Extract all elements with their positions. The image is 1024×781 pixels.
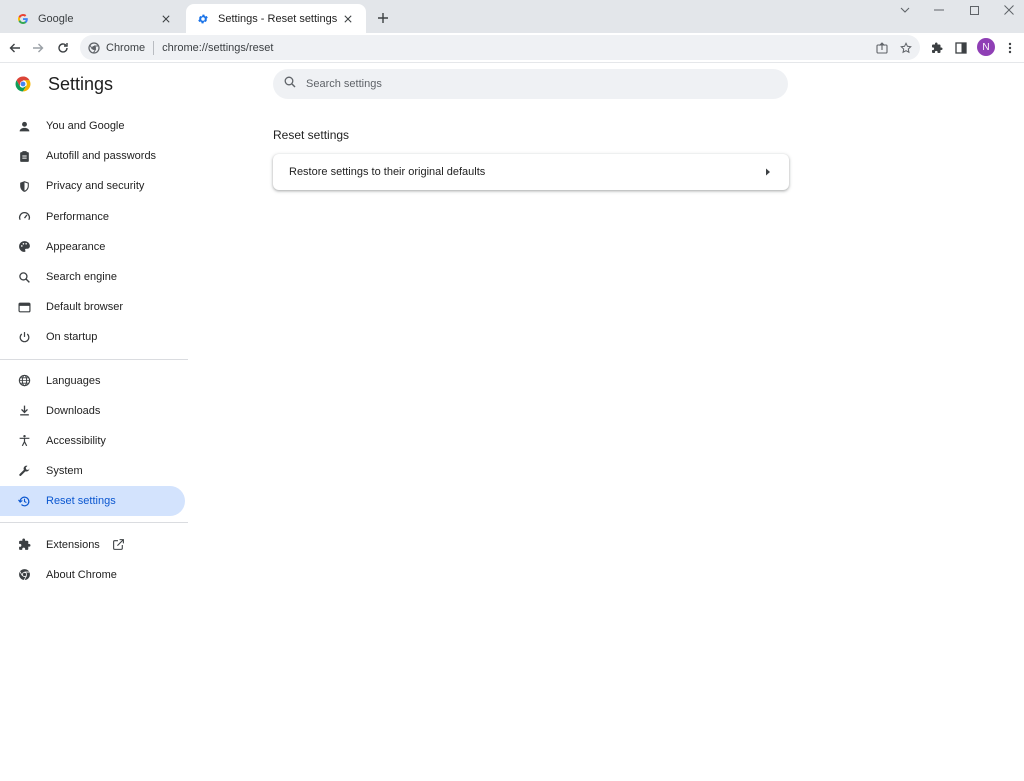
arrow-right-icon bbox=[763, 167, 773, 177]
history-icon bbox=[16, 493, 32, 509]
search-icon bbox=[284, 75, 296, 93]
sidebar-item-label: Performance bbox=[46, 210, 109, 223]
sidebar-item-label: Reset settings bbox=[46, 495, 116, 508]
sidebar-item-system[interactable]: System bbox=[0, 456, 188, 486]
sidebar-divider bbox=[0, 358, 188, 360]
sidebar-item-downloads[interactable]: Downloads bbox=[0, 396, 188, 426]
side-panel-icon[interactable] bbox=[951, 38, 971, 58]
puzzle-icon bbox=[16, 537, 32, 553]
settings-sidebar: You and Google Autofill and passwords Pr… bbox=[0, 111, 188, 590]
tab-strip: Google Settings - Reset settings bbox=[0, 0, 1024, 33]
page-title: Settings bbox=[48, 74, 114, 94]
browser-window-icon bbox=[16, 299, 32, 315]
sidebar-item-label: Accessibility bbox=[46, 434, 106, 447]
palette-icon bbox=[16, 239, 32, 255]
wrench-icon bbox=[16, 463, 32, 479]
person-icon bbox=[16, 118, 32, 134]
download-icon bbox=[16, 403, 32, 419]
close-icon[interactable] bbox=[340, 11, 356, 27]
sidebar-item-label: Default browser bbox=[46, 301, 124, 314]
puzzle-icon[interactable] bbox=[927, 38, 947, 58]
tab-title: Google bbox=[38, 12, 74, 25]
sidebar-item-label: You and Google bbox=[46, 120, 125, 133]
sidebar-item-about-chrome[interactable]: About Chrome bbox=[0, 560, 188, 590]
sidebar-item-performance[interactable]: Performance bbox=[0, 202, 188, 232]
clipboard-icon bbox=[16, 148, 32, 164]
sidebar-item-appearance[interactable]: Appearance bbox=[0, 232, 188, 262]
tab-search-icon[interactable] bbox=[890, 0, 920, 20]
sidebar-item-label: Downloads bbox=[46, 404, 101, 417]
shield-icon bbox=[16, 178, 32, 194]
sidebar-item-languages[interactable]: Languages bbox=[0, 366, 188, 396]
chrome-icon bbox=[88, 41, 100, 54]
minimize-icon[interactable] bbox=[924, 0, 954, 20]
sidebar-item-reset-settings[interactable]: Reset settings bbox=[0, 486, 185, 517]
sidebar-item-privacy[interactable]: Privacy and security bbox=[0, 171, 188, 201]
gear-icon bbox=[196, 12, 210, 26]
settings-search[interactable] bbox=[273, 69, 788, 99]
sidebar-item-label: Languages bbox=[46, 374, 101, 387]
profile-avatar[interactable]: N bbox=[977, 38, 995, 56]
close-icon[interactable] bbox=[158, 11, 174, 27]
restore-defaults-row[interactable]: Restore settings to their original defau… bbox=[273, 154, 789, 190]
sidebar-item-label: Autofill and passwords bbox=[46, 150, 157, 163]
sidebar-item-extensions[interactable]: Extensions bbox=[0, 529, 188, 559]
sidebar-item-label: Appearance bbox=[46, 240, 106, 253]
maximize-icon[interactable] bbox=[959, 0, 989, 20]
sidebar-item-default-browser[interactable]: Default browser bbox=[0, 292, 188, 322]
site-info-chip[interactable]: Chrome bbox=[88, 42, 145, 54]
sidebar-item-label: On startup bbox=[46, 331, 98, 344]
sidebar-item-you-and-google[interactable]: You and Google bbox=[0, 111, 188, 141]
sidebar-item-label: Extensions bbox=[46, 538, 100, 551]
address-bar[interactable]: Chrome chrome://settings/reset bbox=[80, 35, 920, 60]
site-chip-label: Chrome bbox=[106, 41, 146, 54]
window-close-icon[interactable] bbox=[994, 0, 1024, 20]
tab-settings[interactable]: Settings - Reset settings bbox=[186, 4, 366, 33]
sidebar-item-label: Search engine bbox=[46, 271, 117, 284]
restore-defaults-label: Restore settings to their original defau… bbox=[289, 166, 486, 178]
accessibility-icon bbox=[16, 433, 32, 449]
sidebar-item-label: About Chrome bbox=[46, 568, 117, 581]
url-text[interactable]: chrome://settings/reset bbox=[162, 42, 273, 54]
forward-arrow-icon[interactable] bbox=[28, 38, 48, 58]
sidebar-item-label: System bbox=[46, 465, 83, 478]
search-icon bbox=[16, 269, 32, 285]
new-tab-button[interactable] bbox=[373, 8, 393, 28]
chrome-logo-icon bbox=[14, 75, 32, 93]
reload-icon[interactable] bbox=[53, 38, 73, 58]
bookmark-star-icon[interactable] bbox=[897, 39, 915, 57]
omnibox-divider bbox=[153, 40, 155, 55]
search-input[interactable] bbox=[306, 78, 766, 90]
tab-title: Settings - Reset settings bbox=[218, 12, 338, 25]
speedometer-icon bbox=[16, 209, 32, 225]
google-g-icon bbox=[16, 12, 30, 26]
globe-icon bbox=[16, 373, 32, 389]
back-arrow-icon[interactable] bbox=[5, 38, 25, 58]
sidebar-item-label: Privacy and security bbox=[46, 180, 145, 193]
sidebar-item-search-engine[interactable]: Search engine bbox=[0, 262, 188, 292]
sidebar-divider bbox=[0, 522, 188, 524]
sidebar-item-on-startup[interactable]: On startup bbox=[0, 322, 188, 352]
chrome-icon bbox=[16, 567, 32, 583]
section-title: Reset settings bbox=[273, 128, 350, 142]
share-icon[interactable] bbox=[873, 39, 891, 57]
open-in-new-icon bbox=[112, 538, 125, 551]
more-menu-icon[interactable] bbox=[1000, 38, 1020, 58]
power-icon bbox=[16, 329, 32, 345]
sidebar-item-accessibility[interactable]: Accessibility bbox=[0, 426, 188, 456]
tab-google[interactable]: Google bbox=[6, 4, 184, 33]
browser-toolbar: Chrome chrome://settings/reset N bbox=[0, 33, 1024, 63]
sidebar-item-autofill[interactable]: Autofill and passwords bbox=[0, 141, 188, 171]
